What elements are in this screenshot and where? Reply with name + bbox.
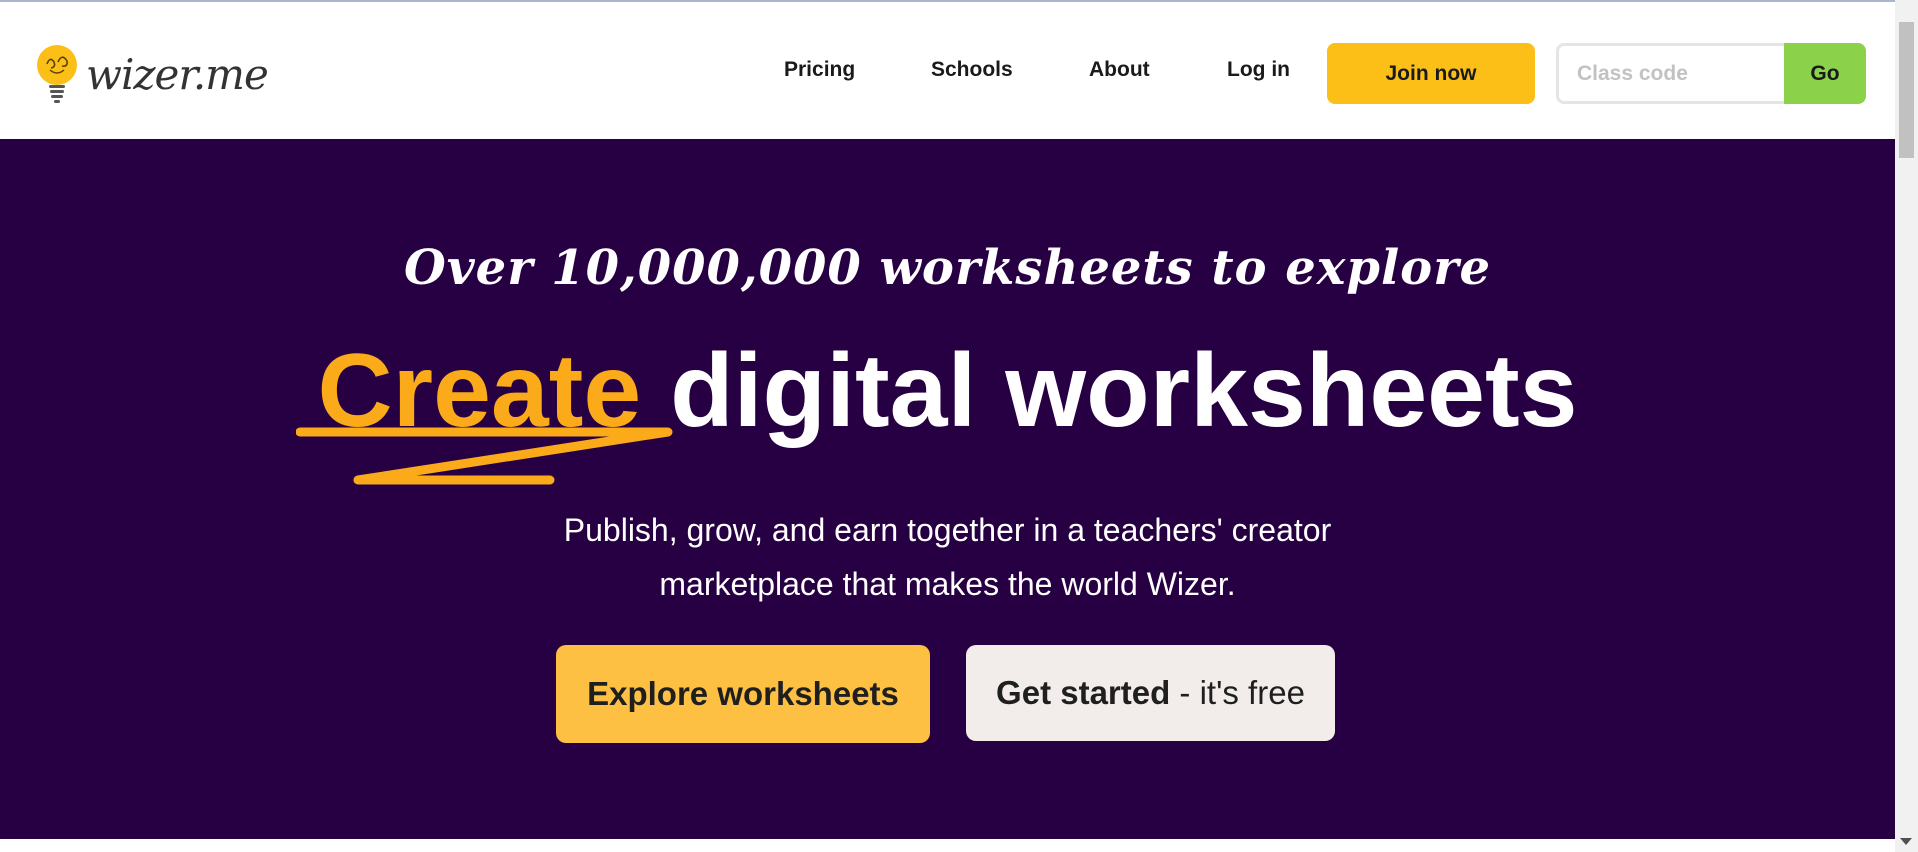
explore-worksheets-button[interactable]: Explore worksheets — [556, 645, 930, 743]
scrollbar-thumb[interactable] — [1899, 22, 1914, 158]
site-header: wizer.me Pricing Schools About Log in Jo… — [0, 2, 1895, 139]
page-bottom-strip — [0, 839, 1895, 852]
get-started-free: - it's free — [1170, 674, 1305, 711]
headline-rest: digital worksheets — [641, 333, 1578, 449]
scroll-down-arrow-icon[interactable] — [1900, 838, 1912, 845]
hero-subtext-line1: Publish, grow, and earn together in a te… — [563, 512, 1332, 548]
nav-about[interactable]: About — [1089, 58, 1150, 82]
nav-schools[interactable]: Schools — [931, 58, 1013, 82]
hero-headline: Create digital worksheets — [0, 336, 1895, 446]
lightbulb-icon — [36, 44, 78, 104]
site-logo[interactable]: wizer.me — [36, 44, 269, 104]
nav-login[interactable]: Log in — [1227, 58, 1290, 82]
logo-wordmark: wizer.me — [86, 49, 269, 99]
get-started-button[interactable]: Get started - it's free — [966, 645, 1335, 741]
get-started-bold: Get started — [996, 674, 1171, 711]
class-code-input[interactable] — [1556, 43, 1784, 104]
hero-subtext: Publish, grow, and earn together in a te… — [0, 503, 1895, 611]
nav-pricing[interactable]: Pricing — [784, 58, 855, 82]
hero-tagline: Over 10,000,000 worksheets to explore — [403, 240, 1492, 296]
join-now-button[interactable]: Join now — [1327, 43, 1535, 104]
underline-scribble — [296, 427, 673, 485]
go-button[interactable]: Go — [1784, 43, 1866, 104]
hero-subtext-line2: marketplace that makes the world Wizer. — [659, 566, 1236, 602]
